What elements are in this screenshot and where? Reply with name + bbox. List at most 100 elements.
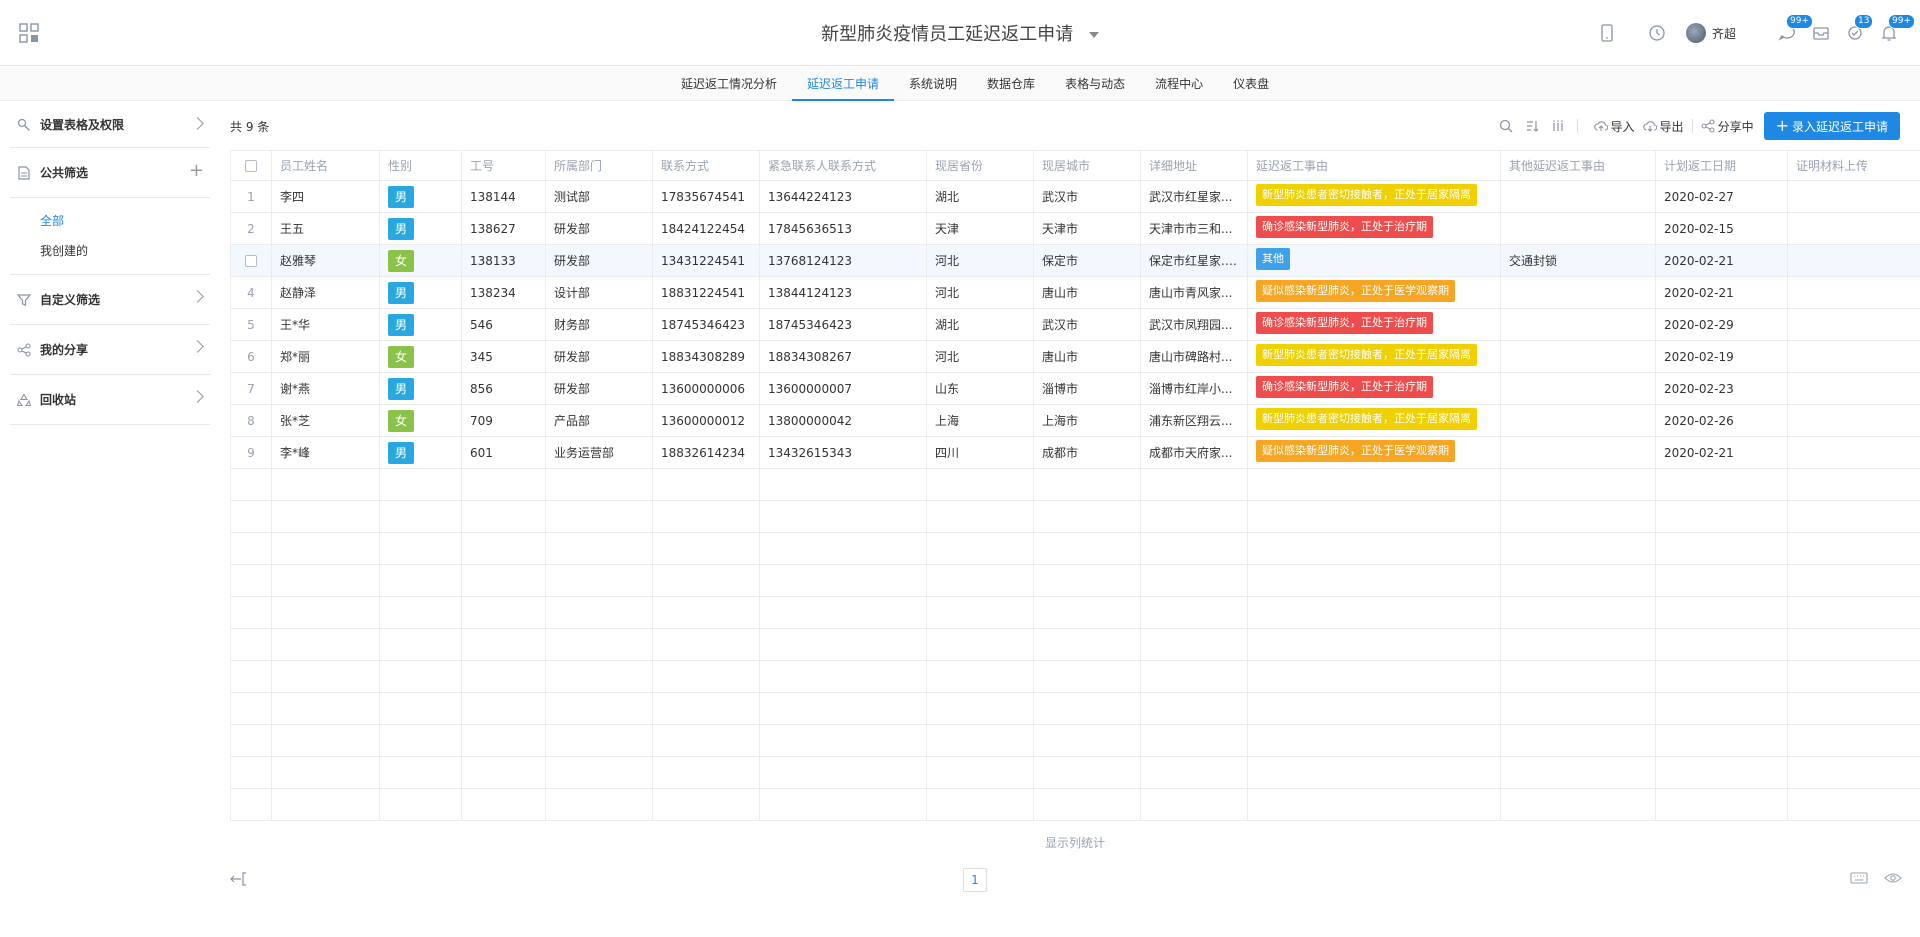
column-header[interactable]: 计划返工日期 bbox=[1655, 150, 1788, 181]
department-cell[interactable]: 产品部 bbox=[545, 404, 653, 437]
return-date-cell[interactable]: 2020-02-19 bbox=[1655, 340, 1788, 373]
row-number-cell[interactable]: 8 bbox=[230, 404, 272, 437]
province-cell[interactable]: 河北 bbox=[926, 340, 1034, 373]
gender-cell[interactable]: 男 bbox=[379, 180, 462, 213]
return-date-cell[interactable]: 2020-02-21 bbox=[1655, 436, 1788, 469]
name-cell[interactable]: 谢*燕 bbox=[271, 372, 380, 405]
sidebar-item-settings[interactable]: 设置表格及权限 bbox=[10, 102, 210, 148]
name-cell[interactable]: 王*华 bbox=[271, 308, 380, 341]
filter-item-all[interactable]: 全部 bbox=[40, 206, 210, 236]
city-cell[interactable]: 上海市 bbox=[1033, 404, 1141, 437]
table-row[interactable]: 9 李*峰男 601 业务运营部 18832614234 13432615343 四川 成都市… bbox=[230, 436, 1920, 469]
department-cell[interactable]: 财务部 bbox=[545, 308, 653, 341]
name-cell[interactable]: 张*芝 bbox=[271, 404, 380, 437]
emergency-contact-cell[interactable]: 18745346423 bbox=[759, 308, 927, 341]
phone-cell[interactable]: 18424122454 bbox=[652, 212, 760, 245]
province-cell[interactable]: 河北 bbox=[926, 244, 1034, 277]
gender-cell[interactable]: 女 bbox=[379, 404, 462, 437]
city-cell[interactable]: 天津市 bbox=[1033, 212, 1141, 245]
sidebar-item-custom-filter[interactable]: 自定义筛选 bbox=[10, 275, 210, 325]
tab-analysis[interactable]: 延迟返工情况分析 bbox=[666, 67, 792, 101]
table-row[interactable]: 7 谢*燕男 856 研发部 13600000006 13600000007 山东 淄博市 淄博… bbox=[230, 372, 1920, 405]
page-number-button[interactable]: 1 bbox=[963, 868, 987, 892]
phone-cell[interactable]: 18745346423 bbox=[652, 308, 760, 341]
province-cell[interactable]: 山东 bbox=[926, 372, 1034, 405]
row-number-cell[interactable]: 4 bbox=[230, 276, 272, 309]
reason-cell[interactable]: 疑似感染新型肺炎，正处于医学观察期 bbox=[1247, 436, 1501, 469]
department-cell[interactable]: 业务运营部 bbox=[545, 436, 653, 469]
name-cell[interactable]: 王五 bbox=[271, 212, 380, 245]
reason-cell[interactable]: 疑似感染新型肺炎，正处于医学观察期 bbox=[1247, 276, 1501, 309]
tab-table-activity[interactable]: 表格与动态 bbox=[1050, 67, 1140, 101]
province-cell[interactable]: 上海 bbox=[926, 404, 1034, 437]
eye-icon[interactable] bbox=[1884, 872, 1902, 887]
search-icon[interactable] bbox=[1495, 115, 1517, 137]
emergency-contact-cell[interactable]: 13844124123 bbox=[759, 276, 927, 309]
return-date-cell[interactable]: 2020-02-21 bbox=[1655, 244, 1788, 277]
sort-icon[interactable] bbox=[1521, 115, 1543, 137]
column-header[interactable]: 工号 bbox=[461, 150, 546, 181]
address-cell[interactable]: 成都市天府家... bbox=[1140, 436, 1248, 469]
row-checkbox[interactable] bbox=[245, 255, 257, 267]
address-cell[interactable]: 保定市红星家... bbox=[1140, 244, 1248, 277]
proof-cell[interactable] bbox=[1787, 404, 1920, 437]
column-header[interactable]: 现居城市 bbox=[1033, 150, 1141, 181]
emergency-contact-cell[interactable]: 13432615343 bbox=[759, 436, 927, 469]
table-row[interactable]: 2 王五男 138627 研发部 18424122454 17845636513 天津 天津市… bbox=[230, 212, 1920, 245]
address-cell[interactable]: 武汉市凤翔园... bbox=[1140, 308, 1248, 341]
caret-down-icon[interactable] bbox=[1088, 32, 1099, 38]
employee-id-cell[interactable]: 138133 bbox=[461, 244, 546, 277]
province-cell[interactable]: 湖北 bbox=[926, 308, 1034, 341]
proof-cell[interactable] bbox=[1787, 244, 1920, 277]
other-reason-cell[interactable] bbox=[1500, 340, 1656, 373]
employee-id-cell[interactable]: 601 bbox=[461, 436, 546, 469]
select-all-checkbox[interactable] bbox=[245, 160, 257, 172]
return-date-cell[interactable]: 2020-02-23 bbox=[1655, 372, 1788, 405]
other-reason-cell[interactable] bbox=[1500, 180, 1656, 213]
return-date-cell[interactable]: 2020-02-29 bbox=[1655, 308, 1788, 341]
table-row[interactable]: 6 郑*丽女 345 研发部 18834308289 18834308267 河北 唐山市 唐山… bbox=[230, 340, 1920, 373]
column-header[interactable]: 所属部门 bbox=[545, 150, 653, 181]
city-cell[interactable]: 成都市 bbox=[1033, 436, 1141, 469]
return-date-cell[interactable]: 2020-02-26 bbox=[1655, 404, 1788, 437]
address-cell[interactable]: 武汉市红星家... bbox=[1140, 180, 1248, 213]
reason-cell[interactable]: 确诊感染新型肺炎，正处于治疗期 bbox=[1247, 372, 1501, 405]
export-button[interactable]: 导出 bbox=[1642, 118, 1684, 135]
name-cell[interactable]: 赵静泽 bbox=[271, 276, 380, 309]
gender-cell[interactable]: 男 bbox=[379, 212, 462, 245]
row-number-cell[interactable]: 6 bbox=[230, 340, 272, 373]
other-reason-cell[interactable]: 交通封锁 bbox=[1500, 244, 1656, 277]
phone-cell[interactable]: 13600000012 bbox=[652, 404, 760, 437]
other-reason-cell[interactable] bbox=[1500, 276, 1656, 309]
return-date-cell[interactable]: 2020-02-27 bbox=[1655, 180, 1788, 213]
name-cell[interactable]: 李*峰 bbox=[271, 436, 380, 469]
select-all-cell[interactable] bbox=[230, 150, 272, 181]
city-cell[interactable]: 武汉市 bbox=[1033, 308, 1141, 341]
mobile-icon[interactable] bbox=[1596, 22, 1618, 44]
tab-dashboard[interactable]: 仪表盘 bbox=[1218, 67, 1284, 101]
tab-system-notes[interactable]: 系统说明 bbox=[894, 67, 972, 101]
reason-cell[interactable]: 其他 bbox=[1247, 244, 1501, 277]
department-cell[interactable]: 测试部 bbox=[545, 180, 653, 213]
share-button[interactable]: 分享中 bbox=[1701, 118, 1754, 135]
gender-cell[interactable]: 男 bbox=[379, 436, 462, 469]
history-icon[interactable] bbox=[1646, 22, 1668, 44]
import-button[interactable]: 导入 bbox=[1593, 118, 1635, 135]
column-header[interactable]: 其他延迟返工事由 bbox=[1500, 150, 1656, 181]
reason-cell[interactable]: 确诊感染新型肺炎，正处于治疗期 bbox=[1247, 308, 1501, 341]
row-number-cell[interactable] bbox=[230, 244, 272, 277]
name-cell[interactable]: 赵雅琴 bbox=[271, 244, 380, 277]
employee-id-cell[interactable]: 138234 bbox=[461, 276, 546, 309]
city-cell[interactable]: 淄博市 bbox=[1033, 372, 1141, 405]
emergency-contact-cell[interactable]: 13800000042 bbox=[759, 404, 927, 437]
phone-cell[interactable]: 18834308289 bbox=[652, 340, 760, 373]
province-cell[interactable]: 湖北 bbox=[926, 180, 1034, 213]
sidebar-item-public-filter[interactable]: 公共筛选 + bbox=[10, 148, 210, 198]
emergency-contact-cell[interactable]: 13644224123 bbox=[759, 180, 927, 213]
department-cell[interactable]: 设计部 bbox=[545, 276, 653, 309]
other-reason-cell[interactable] bbox=[1500, 212, 1656, 245]
table-row[interactable]: 8 张*芝女 709 产品部 13600000012 13800000042 上海 上海市 浦东… bbox=[230, 404, 1920, 437]
column-header[interactable]: 延迟返工事由 bbox=[1247, 150, 1501, 181]
province-cell[interactable]: 河北 bbox=[926, 276, 1034, 309]
column-header[interactable]: 联系方式 bbox=[652, 150, 760, 181]
